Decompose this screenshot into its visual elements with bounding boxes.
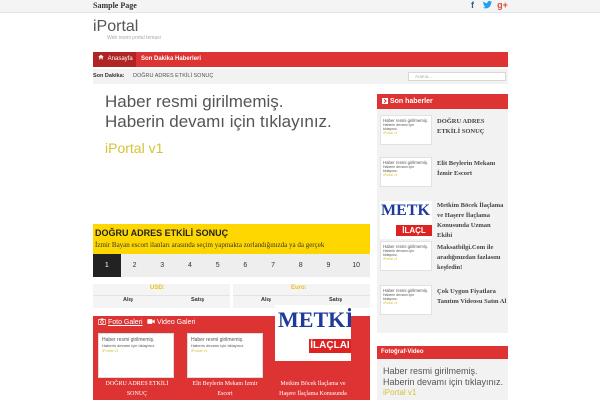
sidebar-item-3[interactable]: Metkim Böcek İlaçlama ve Haşere İlaçlama… <box>437 201 507 241</box>
usd-buy-label: Alış <box>123 297 134 303</box>
tab-video-label: Video Galeri <box>156 319 196 326</box>
chevron-right-icon <box>382 97 390 105</box>
gallery-thumb-2[interactable]: Haber resmi girilmemiş. Haberin devamı i… <box>187 333 263 378</box>
pager-1[interactable]: 1 <box>93 254 121 277</box>
thumb-text-2: Haberin devamı için tıklayınız. <box>383 249 414 257</box>
foto-video-box[interactable]: Haber resmi girilmemiş. Haberin devamı i… <box>377 359 508 400</box>
pager-7[interactable]: 7 <box>259 254 287 277</box>
gallery-thumb-metkim[interactable]: METKİM İLAÇLAI <box>275 305 351 361</box>
gallery-caption-3[interactable]: Metkim Böcek İlaçlama ve Haşere İlaçlama… <box>273 379 353 399</box>
tab-foto-galeri[interactable]: Foto Galeri <box>98 318 143 326</box>
usd-label: USD: <box>150 285 165 291</box>
facebook-icon[interactable]: f <box>467 0 478 11</box>
sidebar-item-4[interactable]: Maksatbilgi.Com ile aradığınızdan fazlas… <box>437 243 507 273</box>
thumb-text-2: Haberin devamı için tıklayınız. <box>383 123 414 131</box>
sidebar-thumb-2[interactable]: Haber resmi girilmemiş. Haberin devamı i… <box>380 157 432 187</box>
euro-sell-label: Satış <box>329 297 343 303</box>
search-input[interactable]: Arama... <box>408 72 506 81</box>
pager-6[interactable]: 6 <box>232 254 260 277</box>
featured-headline[interactable]: DOĞRU ADRES ETKİLİ SONUÇ İzmir Bayan esc… <box>93 224 370 254</box>
thumb-text-3: iPortal v1 <box>383 257 398 261</box>
sidebar-item-1[interactable]: DOĞRU ADRES ETKİLİ SONUÇ <box>437 117 508 137</box>
sidebar-item-5[interactable]: Çok Uygun Fiyatlara Tanıtım Videosu Satı… <box>437 287 507 307</box>
nav-son-dakika[interactable]: Son Dakika Haberleri <box>141 52 201 67</box>
nav-home-label: Anasayfa <box>107 56 133 62</box>
ad-banner[interactable]: Haber resmi girilmemiş. Haberin devamı i… <box>105 92 332 159</box>
ad-line-2: Haberin devamı için tıklayınız. <box>105 112 332 131</box>
top-bar: Sample Page f g+ <box>0 0 600 13</box>
gallery-caption-1[interactable]: DOĞRU ADRES ETKİLİ SONUÇ <box>96 379 178 399</box>
thumb-text-3: iPortal v1 <box>102 348 119 353</box>
foto-video-line-3: iPortal v1 <box>383 388 417 397</box>
sidebar-heading: Son haberler <box>377 94 508 109</box>
usd-block: USD: Alış Satış <box>93 284 230 308</box>
gallery-section: Foto Galeri Video Galeri Haber resmi gir… <box>93 305 370 400</box>
sidebar-thumb-1[interactable]: Haber resmi girilmemiş. Haberin devamı i… <box>380 115 432 145</box>
breaking-label: Son Dakika: <box>93 73 125 79</box>
pager-9[interactable]: 9 <box>315 254 343 277</box>
metkim-ilac: İLAÇL <box>396 225 432 236</box>
metkim-ilac: İLAÇLAI <box>309 339 351 353</box>
euro-buy-label: Alış <box>261 297 272 303</box>
headline-desc: İzmir Bayan escort ilanları arasında seç… <box>95 241 325 249</box>
site-logo[interactable]: iPortal <box>93 18 138 36</box>
pager-4[interactable]: 4 <box>176 254 204 277</box>
sidebar-item-2[interactable]: Elit Beylerin Mekanı İzmir Escort <box>437 159 507 179</box>
thumb-text-3: iPortal v1 <box>383 131 398 135</box>
home-icon <box>98 54 106 62</box>
tab-video-galeri[interactable]: Video Galeri <box>147 318 195 326</box>
nav-home[interactable]: Anasayfa <box>93 52 136 67</box>
pager-5[interactable]: 5 <box>204 254 232 277</box>
thumb-text-3: iPortal v1 <box>383 173 398 177</box>
gallery-thumb-1[interactable]: Haber resmi girilmemiş. Haberin devamı i… <box>98 333 174 378</box>
slider-pager: 1 2 3 4 5 6 7 8 9 10 <box>93 254 370 277</box>
headline-title: DOĞRU ADRES ETKİLİ SONUÇ <box>95 228 229 238</box>
camera-icon <box>98 318 108 326</box>
thumb-text-2: Haberin devamı için tıklayınız. <box>383 165 414 173</box>
sidebar-heading-label: Son haberler <box>389 98 433 105</box>
foto-video-heading: Fotoğraf-Video <box>377 346 508 359</box>
thumb-text-2: Haberin devamı için tıklayınız. <box>383 293 414 301</box>
main-nav: Anasayfa Son Dakika Haberleri <box>93 52 508 67</box>
pager-8[interactable]: 8 <box>287 254 315 277</box>
pager-2[interactable]: 2 <box>121 254 149 277</box>
ad-line-3: iPortal v1 <box>105 140 164 156</box>
ad-line-1: Haber resmi girilmemiş. <box>105 92 284 111</box>
usd-sell-label: Satış <box>191 297 205 303</box>
sidebar-news-list: Haber resmi girilmemiş. Haberin devamı i… <box>377 109 508 333</box>
metkim-logo: METK <box>381 202 430 219</box>
thumb-text-3: iPortal v1 <box>191 348 208 353</box>
gallery-caption-2[interactable]: Elit Beylerin Mekanı İzmir Escort <box>185 379 265 399</box>
foto-video-line-1: Haber resmi girilmemiş. <box>383 366 478 376</box>
site-tagline: Web resmi portal temasi <box>107 35 161 41</box>
sample-page-link[interactable]: Sample Page <box>93 1 137 10</box>
metkim-logo: METKİM <box>278 307 351 332</box>
foto-video-line-2: Haberin devamı için tıklayınız. <box>383 377 504 387</box>
twitter-icon[interactable] <box>482 0 493 11</box>
google-plus-icon[interactable]: g+ <box>497 0 508 11</box>
sidebar-thumb-5[interactable]: Haber resmi girilmemiş. Haberin devamı i… <box>380 285 432 315</box>
pager-3[interactable]: 3 <box>148 254 176 277</box>
sidebar-thumb-metkim[interactable]: METK İLAÇL <box>380 201 432 239</box>
pager-10[interactable]: 10 <box>342 254 370 277</box>
euro-label: Euro: <box>291 285 307 291</box>
tab-foto-label: Foto Galeri <box>107 319 143 326</box>
thumb-text-3: iPortal v1 <box>383 301 398 305</box>
breaking-text[interactable]: DOĞRU ADRES ETKİLİ SONUÇ <box>133 69 213 84</box>
video-icon <box>147 319 157 326</box>
sidebar-thumb-4[interactable]: Haber resmi girilmemiş. Haberin devamı i… <box>380 241 432 271</box>
